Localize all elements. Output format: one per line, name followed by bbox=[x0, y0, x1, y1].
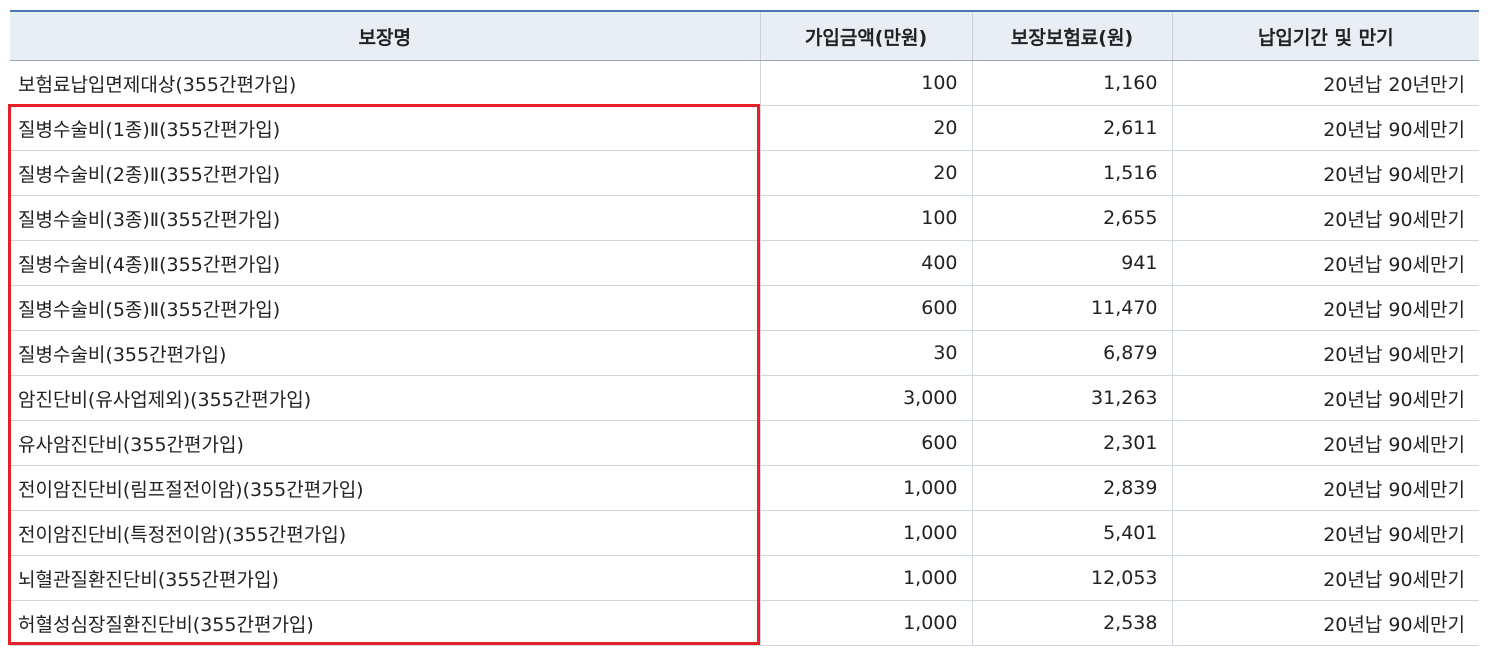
coverage-table-container: 보장명 가입금액(만원) 보장보험료(원) 납입기간 및 만기 보험료납입면제대… bbox=[10, 10, 1479, 646]
cell-amount: 1,000 bbox=[759, 600, 972, 646]
cell-coverage-name: 질병수술비(4종)Ⅱ(355간편가입) bbox=[10, 240, 760, 286]
cell-coverage-name: 질병수술비(355간편가입) bbox=[10, 330, 760, 376]
cell-period: 20년납 90세만기 bbox=[1171, 555, 1479, 601]
table-row: 보험료납입면제대상(355간편가입) 100 1,160 20년납 20년만기 bbox=[10, 60, 1479, 106]
cell-amount: 3,000 bbox=[759, 375, 972, 421]
cell-amount: 30 bbox=[759, 330, 972, 376]
cell-coverage-name: 질병수술비(3종)Ⅱ(355간편가입) bbox=[10, 195, 760, 241]
table-row: 허혈성심장질환진단비(355간편가입) 1,000 2,538 20년납 90세… bbox=[10, 600, 1479, 646]
cell-amount: 1,000 bbox=[759, 465, 972, 511]
cell-premium: 12,053 bbox=[971, 555, 1172, 601]
cell-amount: 400 bbox=[759, 240, 972, 286]
table-row: 질병수술비(5종)Ⅱ(355간편가입) 600 11,470 20년납 90세만… bbox=[10, 285, 1479, 331]
cell-period: 20년납 90세만기 bbox=[1171, 150, 1479, 196]
cell-coverage-name: 뇌혈관질환진단비(355간편가입) bbox=[10, 555, 760, 601]
header-period: 납입기간 및 만기 bbox=[1171, 10, 1479, 61]
cell-premium: 1,160 bbox=[971, 60, 1172, 106]
cell-period: 20년납 90세만기 bbox=[1171, 465, 1479, 511]
cell-premium: 1,516 bbox=[971, 150, 1172, 196]
cell-premium: 2,538 bbox=[971, 600, 1172, 646]
cell-coverage-name: 질병수술비(1종)Ⅱ(355간편가입) bbox=[10, 105, 760, 151]
cell-period: 20년납 90세만기 bbox=[1171, 510, 1479, 556]
cell-premium: 2,611 bbox=[971, 105, 1172, 151]
cell-period: 20년납 90세만기 bbox=[1171, 240, 1479, 286]
cell-amount: 100 bbox=[759, 195, 972, 241]
header-amount: 가입금액(만원) bbox=[759, 10, 972, 61]
cell-premium: 6,879 bbox=[971, 330, 1172, 376]
cell-coverage-name: 전이암진단비(림프절전이암)(355간편가입) bbox=[10, 465, 760, 511]
cell-period: 20년납 90세만기 bbox=[1171, 600, 1479, 646]
table-row: 암진단비(유사업제외)(355간편가입) 3,000 31,263 20년납 9… bbox=[10, 375, 1479, 421]
cell-amount: 100 bbox=[759, 60, 972, 106]
table-row: 질병수술비(355간편가입) 30 6,879 20년납 90세만기 bbox=[10, 330, 1479, 376]
cell-amount: 1,000 bbox=[759, 510, 972, 556]
cell-period: 20년납 90세만기 bbox=[1171, 195, 1479, 241]
cell-premium: 941 bbox=[971, 240, 1172, 286]
cell-premium: 2,655 bbox=[971, 195, 1172, 241]
cell-period: 20년납 20년만기 bbox=[1171, 60, 1479, 106]
cell-period: 20년납 90세만기 bbox=[1171, 285, 1479, 331]
header-premium: 보장보험료(원) bbox=[971, 10, 1172, 61]
cell-amount: 1,000 bbox=[759, 555, 972, 601]
cell-premium: 11,470 bbox=[971, 285, 1172, 331]
cell-coverage-name: 허혈성심장질환진단비(355간편가입) bbox=[10, 600, 760, 646]
cell-period: 20년납 90세만기 bbox=[1171, 375, 1479, 421]
cell-premium: 2,301 bbox=[971, 420, 1172, 466]
cell-period: 20년납 90세만기 bbox=[1171, 105, 1479, 151]
cell-period: 20년납 90세만기 bbox=[1171, 420, 1479, 466]
cell-coverage-name: 유사암진단비(355간편가입) bbox=[10, 420, 760, 466]
cell-premium: 5,401 bbox=[971, 510, 1172, 556]
cell-coverage-name: 질병수술비(2종)Ⅱ(355간편가입) bbox=[10, 150, 760, 196]
table-row: 뇌혈관질환진단비(355간편가입) 1,000 12,053 20년납 90세만… bbox=[10, 555, 1479, 601]
cell-premium: 31,263 bbox=[971, 375, 1172, 421]
cell-premium: 2,839 bbox=[971, 465, 1172, 511]
cell-amount: 600 bbox=[759, 285, 972, 331]
table-row: 전이암진단비(특정전이암)(355간편가입) 1,000 5,401 20년납 … bbox=[10, 510, 1479, 556]
table-header-row: 보장명 가입금액(만원) 보장보험료(원) 납입기간 및 만기 bbox=[10, 10, 1479, 61]
cell-coverage-name: 보험료납입면제대상(355간편가입) bbox=[10, 60, 760, 106]
cell-amount: 600 bbox=[759, 420, 972, 466]
cell-coverage-name: 질병수술비(5종)Ⅱ(355간편가입) bbox=[10, 285, 760, 331]
table-row: 유사암진단비(355간편가입) 600 2,301 20년납 90세만기 bbox=[10, 420, 1479, 466]
header-coverage-name: 보장명 bbox=[10, 10, 760, 61]
cell-amount: 20 bbox=[759, 150, 972, 196]
cell-coverage-name: 전이암진단비(특정전이암)(355간편가입) bbox=[10, 510, 760, 556]
table-row: 질병수술비(4종)Ⅱ(355간편가입) 400 941 20년납 90세만기 bbox=[10, 240, 1479, 286]
cell-amount: 20 bbox=[759, 105, 972, 151]
cell-period: 20년납 90세만기 bbox=[1171, 330, 1479, 376]
table-row: 질병수술비(1종)Ⅱ(355간편가입) 20 2,611 20년납 90세만기 bbox=[10, 105, 1479, 151]
table-row: 전이암진단비(림프절전이암)(355간편가입) 1,000 2,839 20년납… bbox=[10, 465, 1479, 511]
table-row: 질병수술비(3종)Ⅱ(355간편가입) 100 2,655 20년납 90세만기 bbox=[10, 195, 1479, 241]
cell-coverage-name: 암진단비(유사업제외)(355간편가입) bbox=[10, 375, 760, 421]
table-row: 질병수술비(2종)Ⅱ(355간편가입) 20 1,516 20년납 90세만기 bbox=[10, 150, 1479, 196]
coverage-table: 보장명 가입금액(만원) 보장보험료(원) 납입기간 및 만기 보험료납입면제대… bbox=[10, 10, 1479, 646]
